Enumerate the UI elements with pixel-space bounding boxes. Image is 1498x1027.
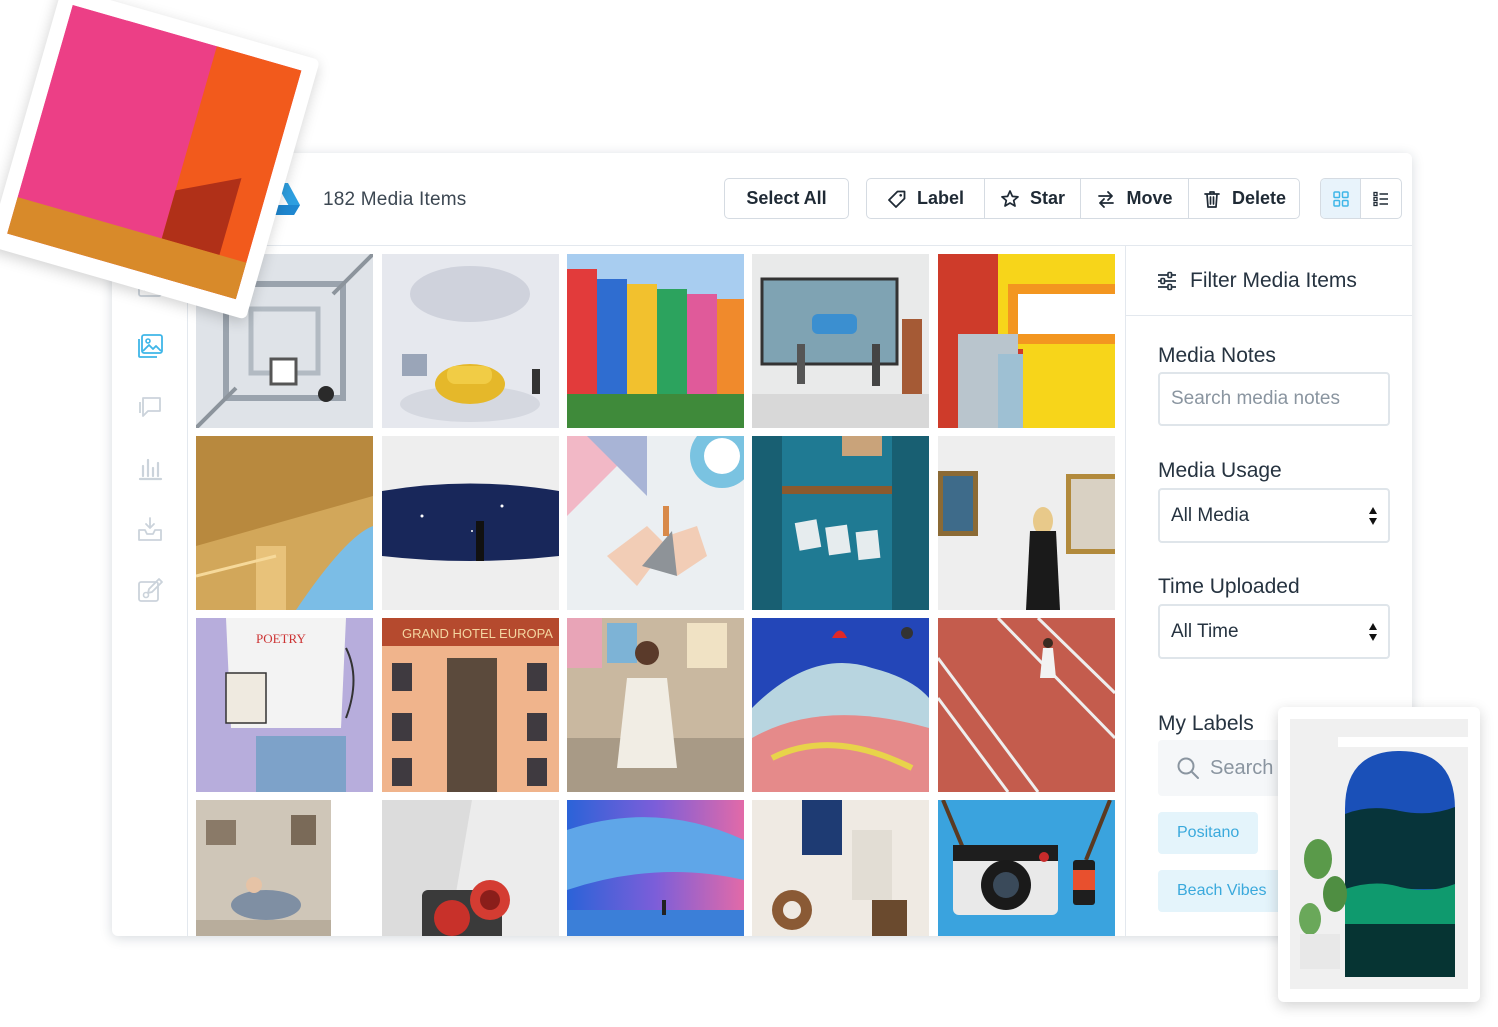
star-button-text: Star [1029, 188, 1065, 208]
label-button-text: Label [916, 188, 964, 208]
select-arrows-icon [1369, 507, 1377, 525]
star-icon [1001, 189, 1019, 207]
time-uploaded-value: All Time [1171, 620, 1239, 642]
blue-door-image [1290, 719, 1468, 989]
media-tile[interactable] [382, 436, 559, 610]
hands-paper-craft-image [567, 436, 744, 610]
media-tile[interactable] [567, 618, 744, 792]
select-all-button[interactable]: Select All [724, 178, 849, 219]
media-tile[interactable] [196, 800, 373, 936]
delete-button[interactable]: Delete [1189, 179, 1299, 218]
swap-arrows-icon [1098, 190, 1115, 208]
pink-orange-wall-image [7, 4, 302, 300]
grid-view-button[interactable] [1321, 179, 1362, 218]
leica-camera-blue-image [938, 800, 1115, 936]
select-arrows-icon [1369, 623, 1377, 641]
media-tile[interactable] [752, 254, 929, 428]
time-uploaded-select[interactable]: All Time [1158, 604, 1390, 659]
media-library-window: 182 Media Items Select All Label Star Mo… [112, 153, 1412, 936]
svg-text:POETRY: POETRY [256, 631, 306, 646]
red-yellow-wall-image [938, 254, 1115, 428]
media-count: 182 Media Items [323, 189, 467, 210]
media-notes-placeholder: Search media notes [1171, 388, 1340, 409]
gallery-painting-car-image [752, 254, 929, 428]
media-usage-value: All Media [1171, 504, 1250, 526]
car-museum-image [382, 254, 559, 428]
red-lens-camera-image [382, 800, 559, 936]
list-view-icon [1373, 191, 1388, 206]
teal-wall-hooks-image [752, 436, 929, 610]
sidebar [112, 246, 188, 936]
sidebar-item-media[interactable] [136, 332, 164, 360]
sidebar-item-analytics[interactable] [136, 454, 164, 482]
media-usage-select[interactable]: All Media [1158, 488, 1390, 543]
media-tile[interactable] [752, 618, 929, 792]
view-toggle [1320, 178, 1402, 219]
tag-icon [888, 190, 906, 208]
sculpture-studio-woman-image [196, 800, 331, 936]
media-tile[interactable] [938, 436, 1115, 610]
chat-icon [139, 397, 161, 417]
woman-gallery-image [938, 436, 1115, 610]
sidebar-item-compose[interactable] [136, 576, 164, 604]
filter-header: Filter Media Items [1126, 246, 1412, 316]
artist-studio-image [567, 618, 744, 792]
media-tile[interactable] [382, 800, 559, 936]
trash-icon [1204, 190, 1220, 208]
colorful-sculpture-sky-image [752, 618, 929, 792]
floating-photo-door [1278, 707, 1480, 1002]
blue-purple-tunnel-image [567, 800, 744, 936]
edit-post-icon [138, 578, 163, 602]
analytics-icon [138, 458, 163, 481]
my-labels-label: My Labels [1158, 712, 1254, 735]
select-all-label: Select All [746, 188, 827, 208]
media-tile[interactable] [752, 800, 929, 936]
time-uploaded-label: Time Uploaded [1158, 575, 1300, 598]
media-notes-label: Media Notes [1158, 344, 1276, 367]
svg-text:GRAND HOTEL EUROPA: GRAND HOTEL EUROPA [402, 626, 553, 641]
media-tile[interactable] [567, 436, 744, 610]
move-button[interactable]: Move [1081, 179, 1189, 218]
move-button-text: Move [1126, 188, 1173, 208]
sidebar-item-messages[interactable] [136, 393, 164, 421]
media-tile[interactable] [938, 254, 1115, 428]
label-button[interactable]: Label [867, 179, 985, 218]
delete-button-text: Delete [1231, 188, 1287, 208]
grid-view-icon [1332, 190, 1349, 207]
media-tile[interactable] [938, 618, 1115, 792]
media-tile[interactable] [752, 436, 929, 610]
star-button[interactable]: Star [985, 179, 1081, 218]
inbox-download-icon [138, 517, 162, 541]
gold-ceiling-image [196, 436, 373, 610]
media-notes-input[interactable]: Search media notes [1158, 372, 1390, 426]
label-chip[interactable]: Beach Vibes [1158, 870, 1286, 912]
media-tile[interactable] [382, 254, 559, 428]
media-tile[interactable] [567, 800, 744, 936]
white-sculptures-image [752, 800, 929, 936]
museum-colorful-letters-image [567, 254, 744, 428]
panorama-room-image [382, 436, 559, 610]
sliders-icon [1158, 271, 1176, 290]
grand-hotel-europa-image: GRAND HOTEL EUROPA [382, 618, 559, 792]
media-tile[interactable] [567, 254, 744, 428]
label-chip-text: Beach Vibes [1177, 882, 1267, 899]
poetry-shirt-book-image: POETRY [196, 618, 373, 792]
bulk-actions-group: Label Star Move Delete [866, 178, 1300, 219]
media-tile[interactable]: GRAND HOTEL EUROPA [382, 618, 559, 792]
images-icon [138, 334, 163, 358]
sidebar-item-inbox[interactable] [136, 515, 164, 543]
search-icon [1177, 757, 1199, 779]
media-tile[interactable]: POETRY [196, 618, 373, 792]
label-chip-text: Positano [1177, 824, 1240, 841]
media-usage-label: Media Usage [1158, 459, 1282, 482]
list-view-button[interactable] [1361, 179, 1401, 218]
media-tile[interactable] [938, 800, 1115, 936]
media-tile[interactable] [196, 436, 373, 610]
labels-search-placeholder: Search l [1210, 756, 1284, 779]
red-track-woman-image [938, 618, 1115, 792]
toolbar: 182 Media Items Select All Label Star Mo… [112, 153, 1412, 246]
filter-title: Filter Media Items [1190, 268, 1357, 292]
stage: 182 Media Items Select All Label Star Mo… [0, 0, 1498, 1027]
label-chip[interactable]: Positano [1158, 812, 1259, 854]
